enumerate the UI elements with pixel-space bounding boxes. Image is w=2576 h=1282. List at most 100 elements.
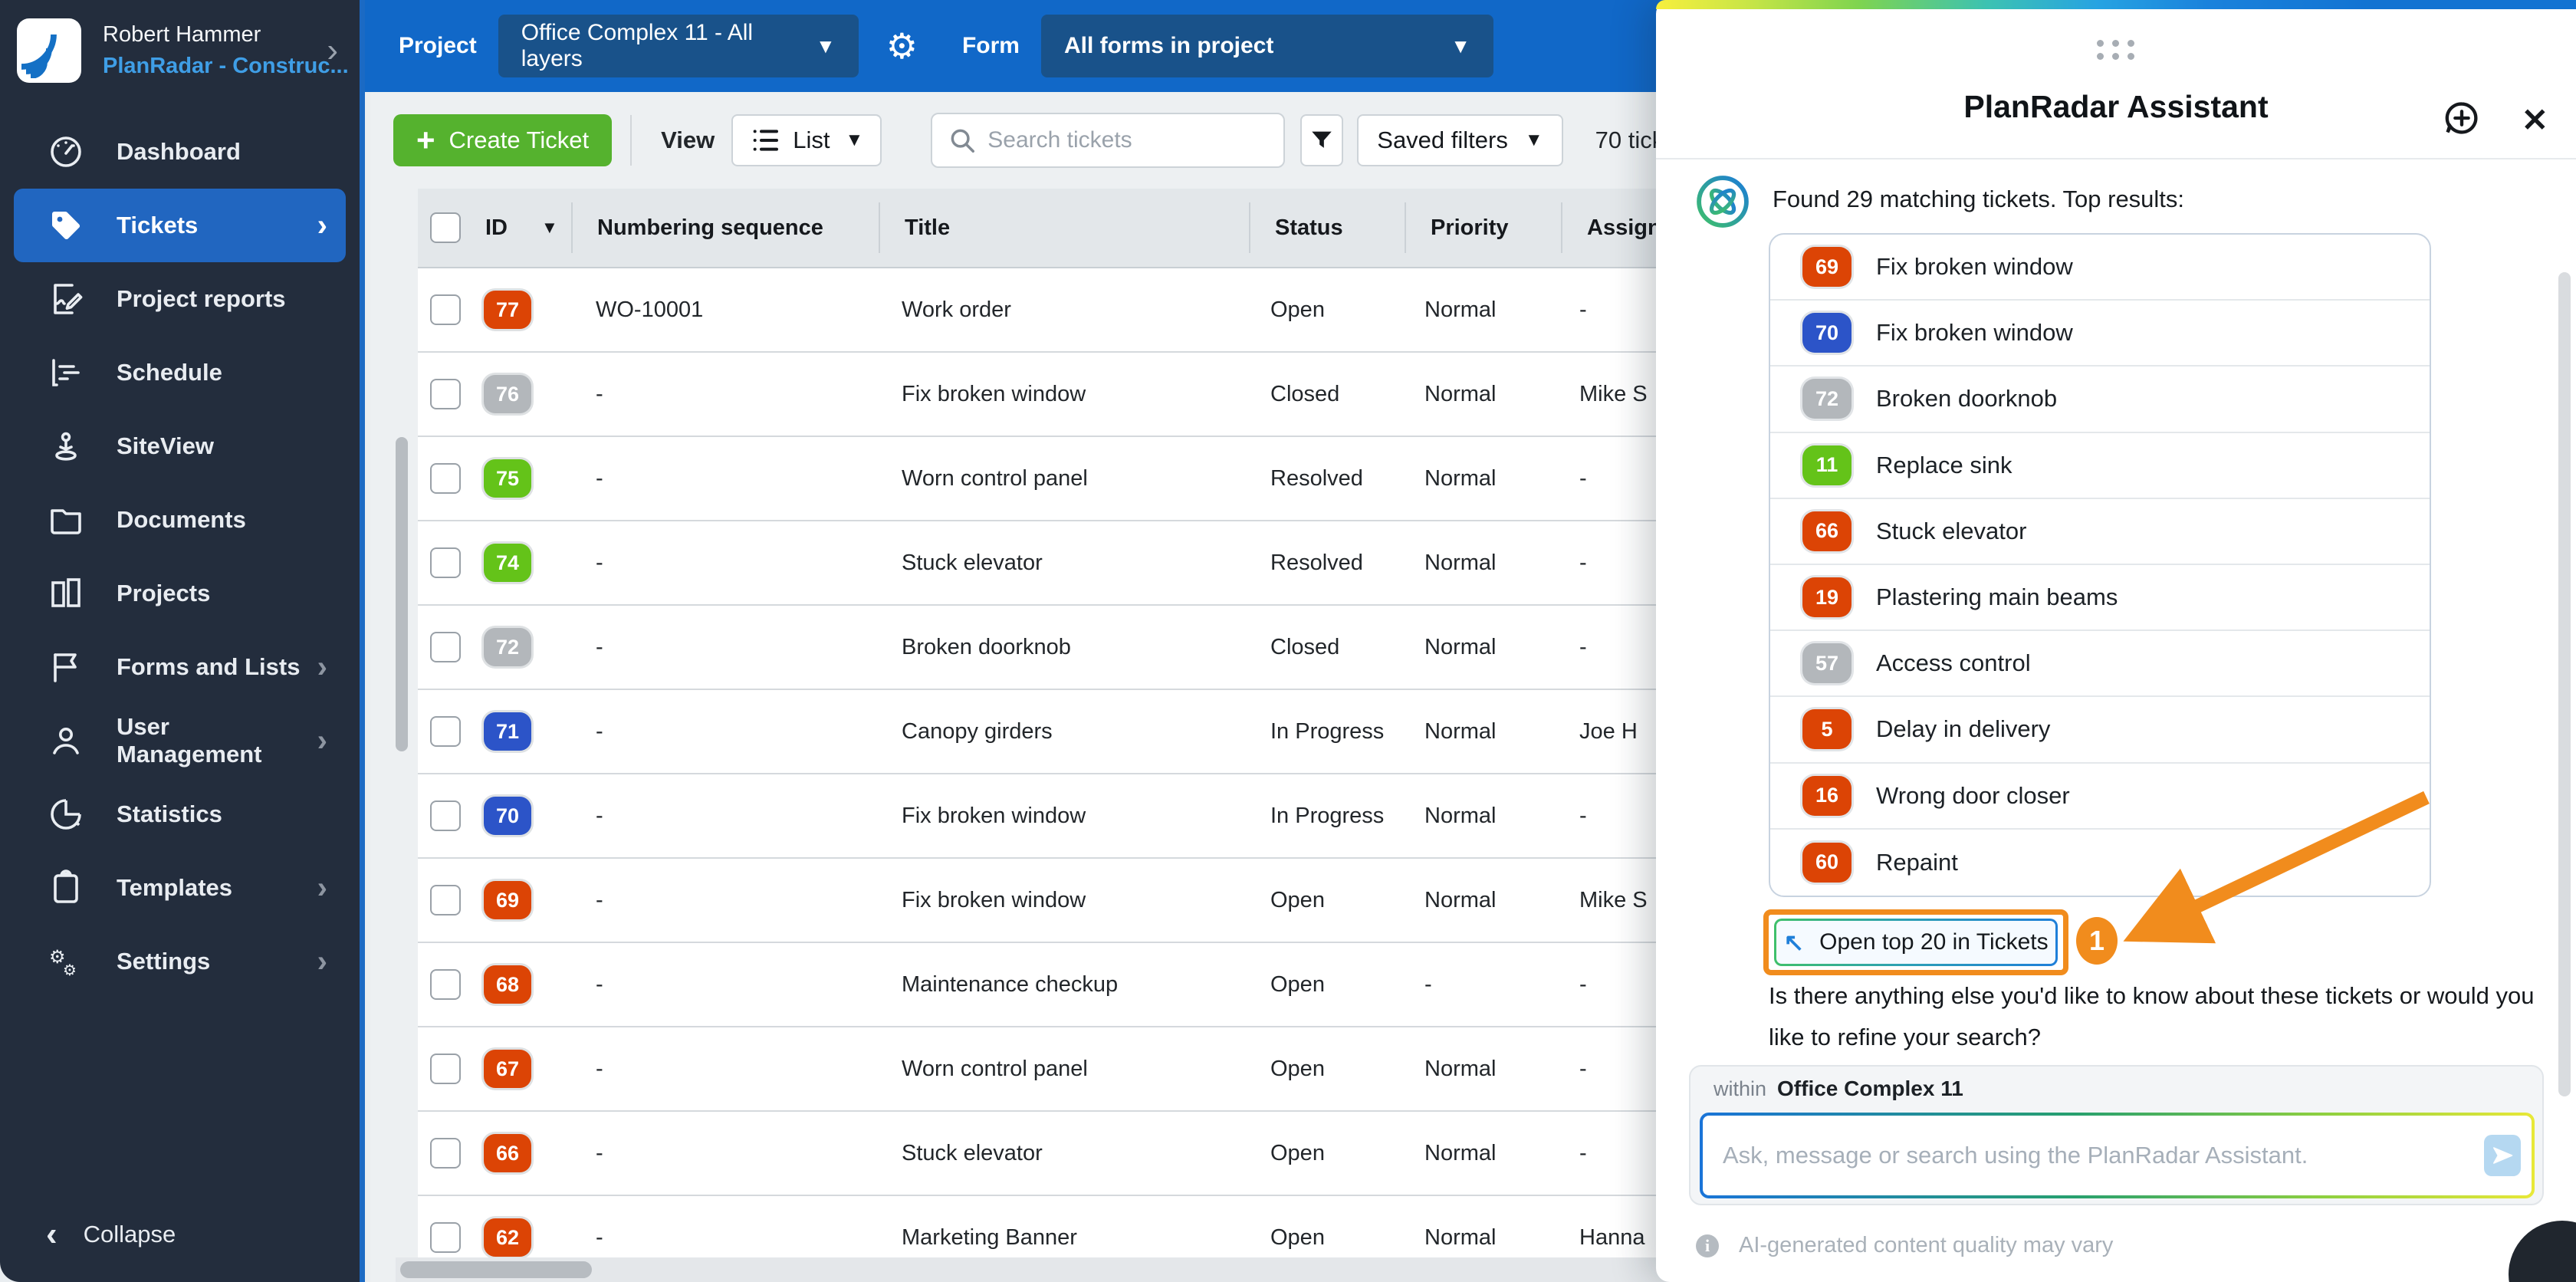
send-button[interactable] (2484, 1135, 2521, 1176)
cell-numbering: - (596, 465, 603, 491)
select-all-checkbox[interactable] (430, 212, 461, 243)
sidebar-item-label: Documents (117, 506, 246, 533)
sidebar-nav: Dashboard › Tickets › Project reports › … (0, 115, 360, 998)
sidebar-item-dashboard[interactable]: Dashboard › (14, 115, 346, 189)
ticket-id-badge: 72 (484, 628, 531, 666)
project-select-value: Office Complex 11 - All layers (521, 20, 754, 71)
sidebar-item-templates[interactable]: Templates › (14, 851, 346, 925)
assistant-result-row[interactable]: 70 Fix broken window (1770, 301, 2430, 367)
within-label: within (1714, 1077, 1767, 1100)
result-title: Broken doorknob (1876, 385, 2058, 413)
assistant-prompt-input[interactable] (1703, 1142, 2484, 1169)
account-switcher[interactable]: Robert Hammer PlanRadar - Construc... › (0, 0, 360, 103)
sidebar-item-label: Templates (117, 874, 233, 901)
gear-icon[interactable]: ⚙ (886, 25, 918, 67)
sidebar-item-label: Projects (117, 580, 211, 606)
svg-text:⚙: ⚙ (63, 961, 77, 979)
cell-status: Open (1270, 297, 1325, 322)
row-checkbox[interactable] (430, 1222, 461, 1253)
ticket-id-badge: 11 (1802, 445, 1852, 485)
view-label: View (661, 127, 715, 153)
cell-title: Broken doorknob (902, 634, 1071, 659)
column-id[interactable]: ID ▼ (485, 215, 558, 241)
search-tickets-input[interactable] (987, 127, 1284, 153)
project-label: Project (399, 33, 477, 58)
row-checkbox[interactable] (430, 463, 461, 494)
new-chat-button[interactable] (2442, 98, 2482, 142)
row-checkbox[interactable] (430, 969, 461, 1000)
row-checkbox[interactable] (430, 379, 461, 409)
column-title[interactable]: Title (880, 215, 1249, 241)
sidebar-collapse-button[interactable]: ‹ Collapse (0, 1218, 360, 1282)
row-checkbox[interactable] (430, 1138, 461, 1169)
ticket-id-badge: 69 (484, 881, 531, 919)
assistant-result-row[interactable]: 72 Broken doorknob (1770, 367, 2430, 433)
assistant-result-row[interactable]: 66 Stuck elevator (1770, 499, 2430, 565)
saved-filters-label: Saved filters (1377, 127, 1508, 153)
ticket-id-badge: 19 (1802, 577, 1852, 618)
sidebar-item-schedule[interactable]: Schedule › (14, 336, 346, 409)
user-company: PlanRadar - Construc... (103, 54, 349, 78)
assistant-result-row[interactable]: 60 Repaint (1770, 830, 2430, 896)
row-checkbox[interactable] (430, 885, 461, 915)
scrollbar-thumb[interactable] (396, 437, 408, 751)
create-ticket-button[interactable]: + Create Ticket (393, 114, 613, 166)
row-checkbox[interactable] (430, 632, 461, 662)
assistant-result-row[interactable]: 19 Plastering main beams (1770, 565, 2430, 632)
sidebar-item-tickets[interactable]: Tickets › (14, 189, 346, 262)
sidebar-item-documents[interactable]: Documents › (14, 483, 346, 557)
cell-status: Closed (1270, 634, 1340, 659)
within-scope-row: within Office Complex 11 (1691, 1067, 2542, 1111)
chevron-right-icon: › (317, 649, 327, 684)
result-title: Replace sink (1876, 451, 2013, 478)
assistant-scrollbar[interactable] (2558, 272, 2571, 1096)
saved-filters-select[interactable]: Saved filters ▼ (1357, 114, 1563, 166)
row-checkbox[interactable] (430, 547, 461, 578)
assistant-result-row[interactable]: 11 Replace sink (1770, 433, 2430, 499)
form-select[interactable]: All forms in project ▼ (1040, 15, 1493, 77)
cell-numbering: - (596, 887, 603, 912)
cell-priority: Normal (1424, 1140, 1497, 1165)
close-panel-button[interactable]: ✕ (2522, 104, 2548, 136)
view-mode-select[interactable]: List ▼ (731, 114, 882, 166)
cell-numbering: - (596, 550, 603, 575)
ticket-id-badge: 16 (1802, 775, 1852, 816)
assistant-result-row[interactable]: 57 Access control (1770, 631, 2430, 698)
row-checkbox[interactable] (430, 800, 461, 831)
assistant-result-row[interactable]: 5 Delay in delivery (1770, 697, 2430, 764)
filter-button[interactable] (1300, 114, 1344, 166)
sidebar-item-statistics[interactable]: Statistics › (14, 777, 346, 851)
sidebar-item-projects[interactable]: Projects › (14, 557, 346, 630)
sidebar-item-siteview[interactable]: SiteView › (14, 409, 346, 483)
column-status[interactable]: Status (1250, 215, 1405, 241)
scrollbar-thumb[interactable] (400, 1261, 592, 1278)
sidebar-item-settings[interactable]: ⚙ ⚙ Settings › (14, 925, 346, 998)
cell-title: Fix broken window (902, 803, 1086, 828)
cell-status: Resolved (1270, 465, 1363, 491)
panel-drag-handle[interactable] (1656, 40, 2576, 60)
row-checkbox[interactable] (430, 294, 461, 325)
assistant-result-row[interactable]: 69 Fix broken window (1770, 235, 2430, 301)
cell-priority: Normal (1424, 887, 1497, 912)
sidebar-item-user-management[interactable]: User Management › (14, 704, 346, 777)
sidebar-item-label: Tickets (117, 212, 199, 238)
annotation-step-badge: 1 (2076, 917, 2118, 965)
assistant-message: Found 29 matching tickets. Top results: (1696, 175, 2545, 228)
row-checkbox[interactable] (430, 716, 461, 747)
sidebar-item-project-reports[interactable]: Project reports › (14, 262, 346, 336)
ticket-id-badge: 66 (1802, 511, 1852, 551)
project-select[interactable]: Office Complex 11 - All layers ▼ (498, 15, 859, 77)
result-title: Fix broken window (1876, 319, 2073, 347)
cell-status: Open (1270, 1056, 1325, 1081)
chat-plus-icon (2445, 102, 2478, 134)
sidebar-item-forms-and-lists[interactable]: Forms and Lists › (14, 630, 346, 704)
column-priority[interactable]: Priority (1406, 215, 1561, 241)
ticket-id-badge: 74 (484, 544, 531, 582)
assistant-result-row[interactable]: 16 Wrong door closer (1770, 764, 2430, 830)
ticket-id-badge: 67 (484, 1050, 531, 1088)
result-title: Fix broken window (1876, 253, 2073, 281)
row-checkbox[interactable] (430, 1054, 461, 1084)
open-top-20-button[interactable]: ↖ Open top 20 in Tickets (1774, 919, 2058, 966)
table-vertical-scrollbar[interactable] (396, 345, 408, 1282)
column-numbering[interactable]: Numbering sequence (573, 215, 879, 241)
